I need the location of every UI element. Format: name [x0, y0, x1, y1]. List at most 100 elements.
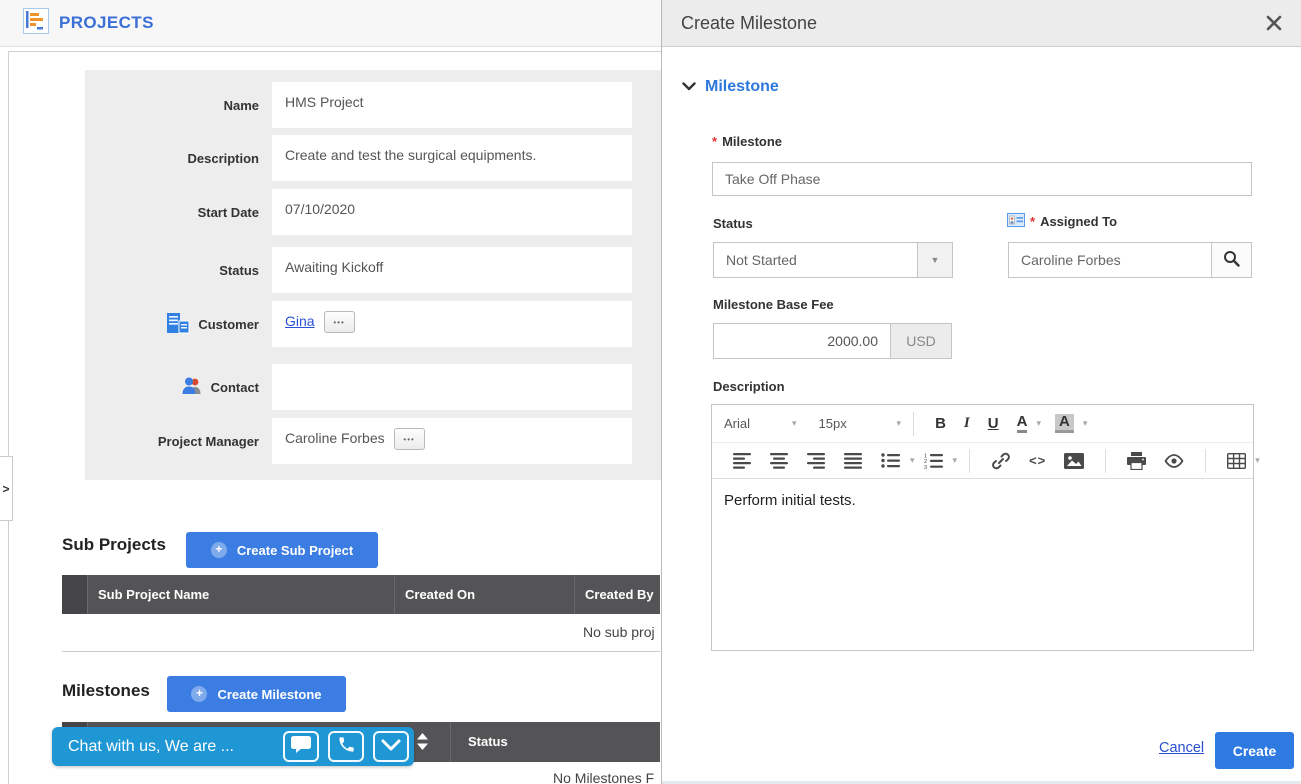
projects-icon [23, 8, 49, 39]
customer-input: Gina ••• [272, 301, 632, 347]
building-icon [166, 312, 190, 337]
sub-projects-heading: Sub Projects [62, 535, 166, 555]
sort-icon[interactable] [417, 733, 428, 755]
plus-icon: + [191, 686, 207, 702]
sub-projects-empty-row: No sub proj [62, 614, 660, 652]
description-input[interactable]: Create and test the surgical equipments. [272, 135, 632, 181]
milestone-field-label: * Milestone [712, 134, 782, 149]
start-date-value: 07/10/2020 [285, 201, 355, 217]
description-field-label: Description [713, 379, 785, 394]
milestone-section-toggle[interactable]: Milestone [682, 78, 779, 96]
svg-text:3: 3 [924, 464, 927, 468]
customer-link[interactable]: Gina [285, 313, 315, 329]
align-left-icon[interactable] [733, 453, 752, 469]
start-date-label: Start Date [85, 189, 272, 235]
required-asterisk: * [1030, 214, 1035, 229]
status-select[interactable]: Not Started ▼ [713, 242, 953, 278]
panel-title: Create Milestone [681, 13, 817, 34]
create-sub-project-button[interactable]: + Create Sub Project [186, 532, 378, 568]
toolbar-divider [1105, 449, 1106, 473]
select-caret-icon[interactable]: ▼ [917, 243, 952, 277]
create-milestone-label: Create Milestone [217, 687, 321, 702]
milestone-name-input[interactable]: Take Off Phase [712, 162, 1252, 196]
create-button[interactable]: Create [1215, 732, 1294, 769]
highlight-color-button[interactable]: A [1055, 414, 1074, 433]
sidebar-collapse-tab[interactable]: > [0, 456, 13, 521]
chevron-down-icon [381, 738, 401, 756]
align-center-icon[interactable] [770, 453, 789, 469]
chevron-down-icon[interactable]: ▾ [792, 418, 797, 429]
top-bar: PROJECTS [0, 0, 661, 47]
base-fee-input[interactable]: 2000.00 [713, 323, 891, 359]
toolbar-divider [913, 412, 914, 436]
insert-image-icon[interactable] [1064, 453, 1084, 469]
chevron-down-icon[interactable]: ▾ [1255, 455, 1260, 466]
description-value: Create and test the surgical equipments. [285, 147, 536, 163]
editor-toolbar-row2: ▾ 123 ▾ <> [712, 443, 1253, 479]
project-manager-value: Caroline Forbes [285, 430, 385, 446]
milestones-heading: Milestones [62, 681, 150, 701]
start-date-input[interactable]: 07/10/2020 [272, 189, 632, 235]
base-fee-value: 2000.00 [827, 333, 878, 349]
form-row-name: Name HMS Project [85, 82, 661, 128]
underline-button[interactable]: U [988, 415, 999, 432]
assigned-to-label-text: Assigned To [1040, 214, 1117, 229]
font-color-button[interactable]: A [1017, 414, 1028, 433]
required-asterisk: * [712, 134, 717, 149]
currency-badge: USD [891, 323, 952, 359]
sub-projects-selector-column [62, 575, 88, 614]
chevron-down-icon[interactable]: ▾ [897, 418, 902, 429]
description-editor-area[interactable]: Perform initial tests. [712, 479, 1253, 650]
create-milestone-button[interactable]: + Create Milestone [167, 676, 346, 712]
app-root: PROJECTS Name HMS Project Description Cr… [0, 0, 1301, 784]
contact-person-icon [181, 376, 203, 398]
chevron-down-icon[interactable]: ▾ [953, 455, 958, 466]
customer-more-button[interactable]: ••• [324, 311, 355, 333]
plus-icon: + [211, 542, 227, 558]
bold-button[interactable]: B [935, 415, 946, 432]
sub-projects-table-header: Sub Project Name Created On Created By [62, 575, 660, 614]
status-label: Status [85, 247, 272, 293]
page-title: PROJECTS [59, 13, 154, 33]
contact-card-icon [1007, 213, 1025, 230]
chevron-down-icon[interactable]: ▾ [910, 455, 915, 466]
bullet-list-icon[interactable] [881, 453, 901, 468]
chat-bubble-button[interactable] [283, 731, 319, 762]
preview-eye-icon[interactable] [1164, 454, 1184, 468]
chevron-down-icon[interactable]: ▾ [1083, 418, 1088, 429]
toolbar-divider [969, 449, 970, 473]
numbered-list-icon[interactable]: 123 [924, 453, 944, 469]
project-manager-more-button[interactable]: ••• [394, 428, 425, 450]
chat-message: Chat with us, We are ... [68, 738, 274, 756]
insert-table-icon[interactable] [1227, 453, 1246, 469]
close-icon[interactable] [1266, 15, 1282, 31]
phone-icon [337, 735, 356, 759]
form-row-status: Status Awaiting Kickoff [85, 247, 661, 293]
print-icon[interactable] [1127, 452, 1146, 470]
form-row-start-date: Start Date 07/10/2020 [85, 189, 661, 235]
contact-label-text: Contact [211, 380, 259, 395]
align-justify-icon[interactable] [844, 453, 863, 469]
chat-minimize-button[interactable] [373, 731, 409, 762]
assigned-to-lookup-button[interactable] [1211, 243, 1251, 277]
assigned-to-input[interactable]: Caroline Forbes [1008, 242, 1252, 278]
column-divider [450, 722, 451, 762]
sub-projects-empty-text: No sub proj [583, 624, 655, 640]
description-label-text: Description [713, 379, 785, 394]
insert-link-icon[interactable] [991, 451, 1011, 471]
chat-call-button[interactable] [328, 731, 364, 762]
cancel-button[interactable]: Cancel [1159, 740, 1204, 756]
code-view-icon[interactable]: <> [1029, 453, 1046, 468]
status-value: Awaiting Kickoff [285, 259, 383, 275]
name-label: Name [85, 82, 272, 128]
align-right-icon[interactable] [807, 453, 826, 469]
name-input[interactable]: HMS Project [272, 82, 632, 128]
chevron-down-icon[interactable]: ▾ [1036, 418, 1041, 429]
status-input[interactable]: Awaiting Kickoff [272, 247, 632, 293]
font-size-select[interactable]: 15px [819, 416, 869, 431]
section-chevron-icon [682, 78, 696, 96]
contact-input[interactable] [272, 364, 632, 410]
font-family-select[interactable]: Arial [724, 416, 792, 431]
project-form: Name HMS Project Description Create and … [85, 70, 661, 480]
italic-button[interactable]: I [964, 415, 970, 432]
